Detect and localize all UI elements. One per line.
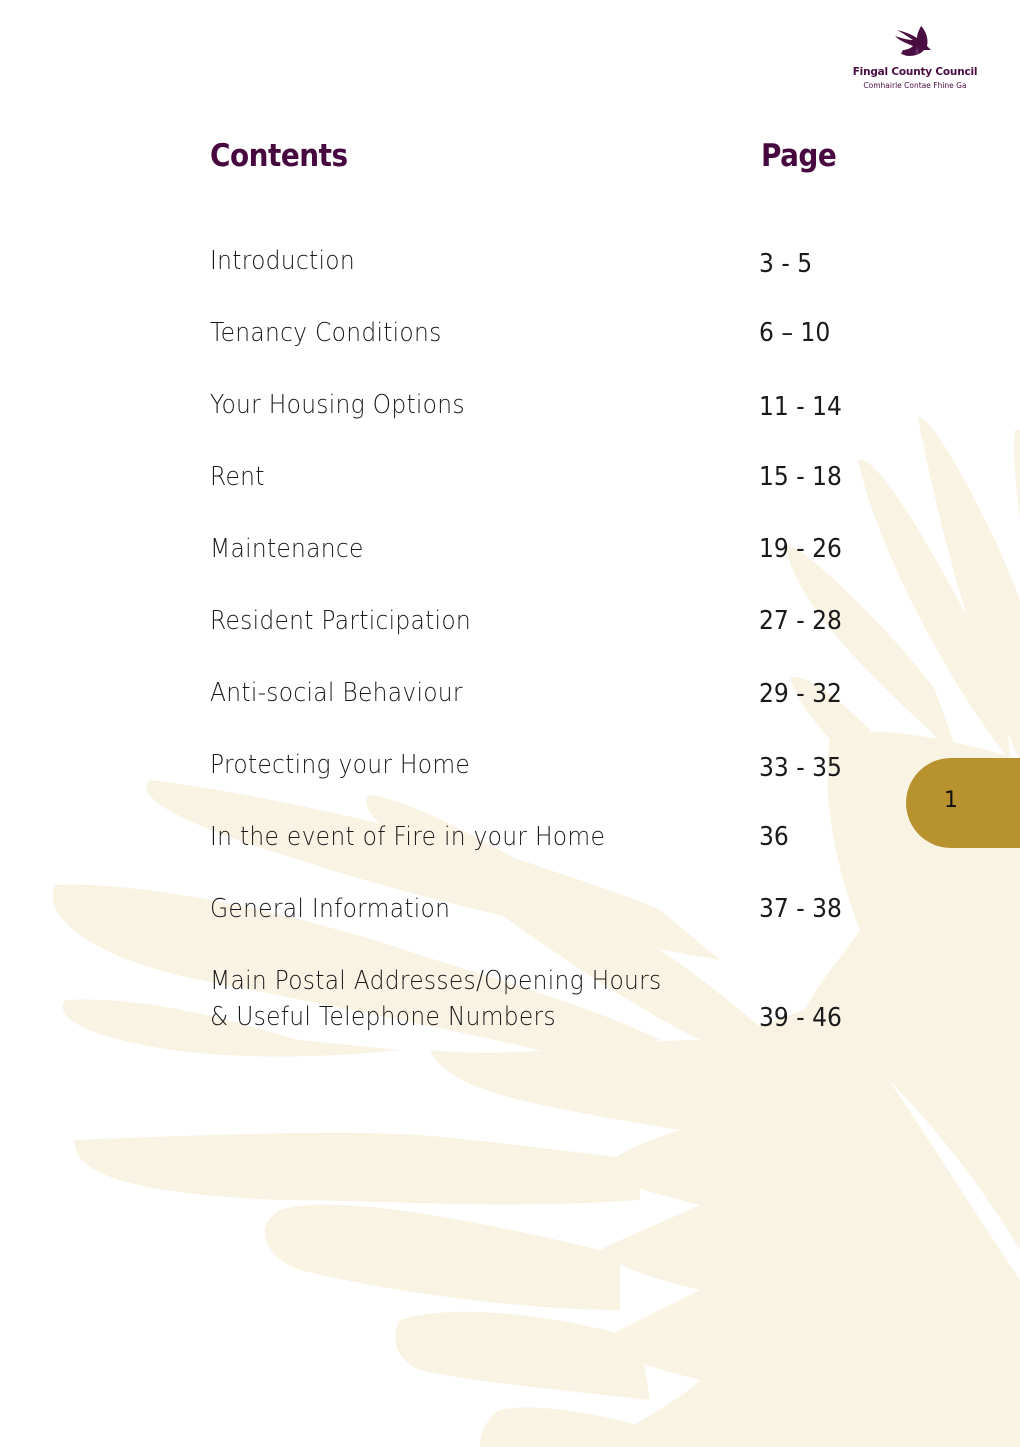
- toc-entry-title-line2: & Useful Telephone Numbers: [210, 1002, 556, 1032]
- toc-entry-title: Introduction: [210, 246, 355, 276]
- toc-entry-title: Rent: [210, 462, 265, 492]
- toc-entry-pages: 39 - 46: [759, 1003, 842, 1033]
- toc-entry-pages: 11 - 14: [759, 392, 842, 422]
- council-name: Fingal County Council: [852, 66, 978, 78]
- toc-entry-pages: 19 - 26: [759, 534, 842, 564]
- toc-entry-pages: 27 - 28: [759, 606, 842, 636]
- toc-entry-title: Maintenance: [210, 534, 364, 564]
- toc-entry-title: Main Postal Addresses/Opening Hours: [210, 966, 662, 996]
- toc-entry-title: Resident Participation: [210, 606, 472, 636]
- toc-entry-title: Tenancy Conditions: [210, 318, 442, 348]
- toc-entry-pages: 36: [759, 822, 789, 852]
- toc-entry-title: Anti-social Behaviour: [210, 678, 463, 708]
- feather-shape: [1014, 430, 1020, 520]
- feather-shape: [74, 1132, 641, 1205]
- toc-entry-pages: 3 - 5: [759, 249, 813, 279]
- toc-entry-pages: 37 - 38: [759, 894, 842, 924]
- page-number-tab: 1: [906, 758, 1020, 848]
- toc-entry-title: In the event of Fire in your Home: [210, 822, 606, 852]
- wing-background-decoration: [52, 417, 1020, 1447]
- toc-entry-title: Your Housing Options: [210, 390, 465, 420]
- council-logo: Fingal County Council Comhairle Contae F…: [850, 24, 980, 90]
- toc-entry-title: General Information: [210, 894, 451, 924]
- toc-entry-pages: 29 - 32: [759, 679, 842, 709]
- contents-heading: Contents: [210, 138, 348, 174]
- toc-entry-pages: 6 – 10: [759, 318, 831, 348]
- bird-icon: [895, 26, 931, 56]
- page-number: 1: [944, 788, 958, 813]
- feather-shape: [395, 1311, 650, 1400]
- feather-shape: [264, 1204, 620, 1310]
- council-subtitle: Comhairle Contae Fhine Ga: [863, 81, 967, 90]
- toc-entry-pages: 33 - 35: [759, 753, 842, 783]
- page-column-heading: Page: [761, 138, 837, 174]
- toc-entry-title: Protecting your Home: [210, 750, 471, 780]
- toc-entry-pages: 15 - 18: [759, 462, 842, 492]
